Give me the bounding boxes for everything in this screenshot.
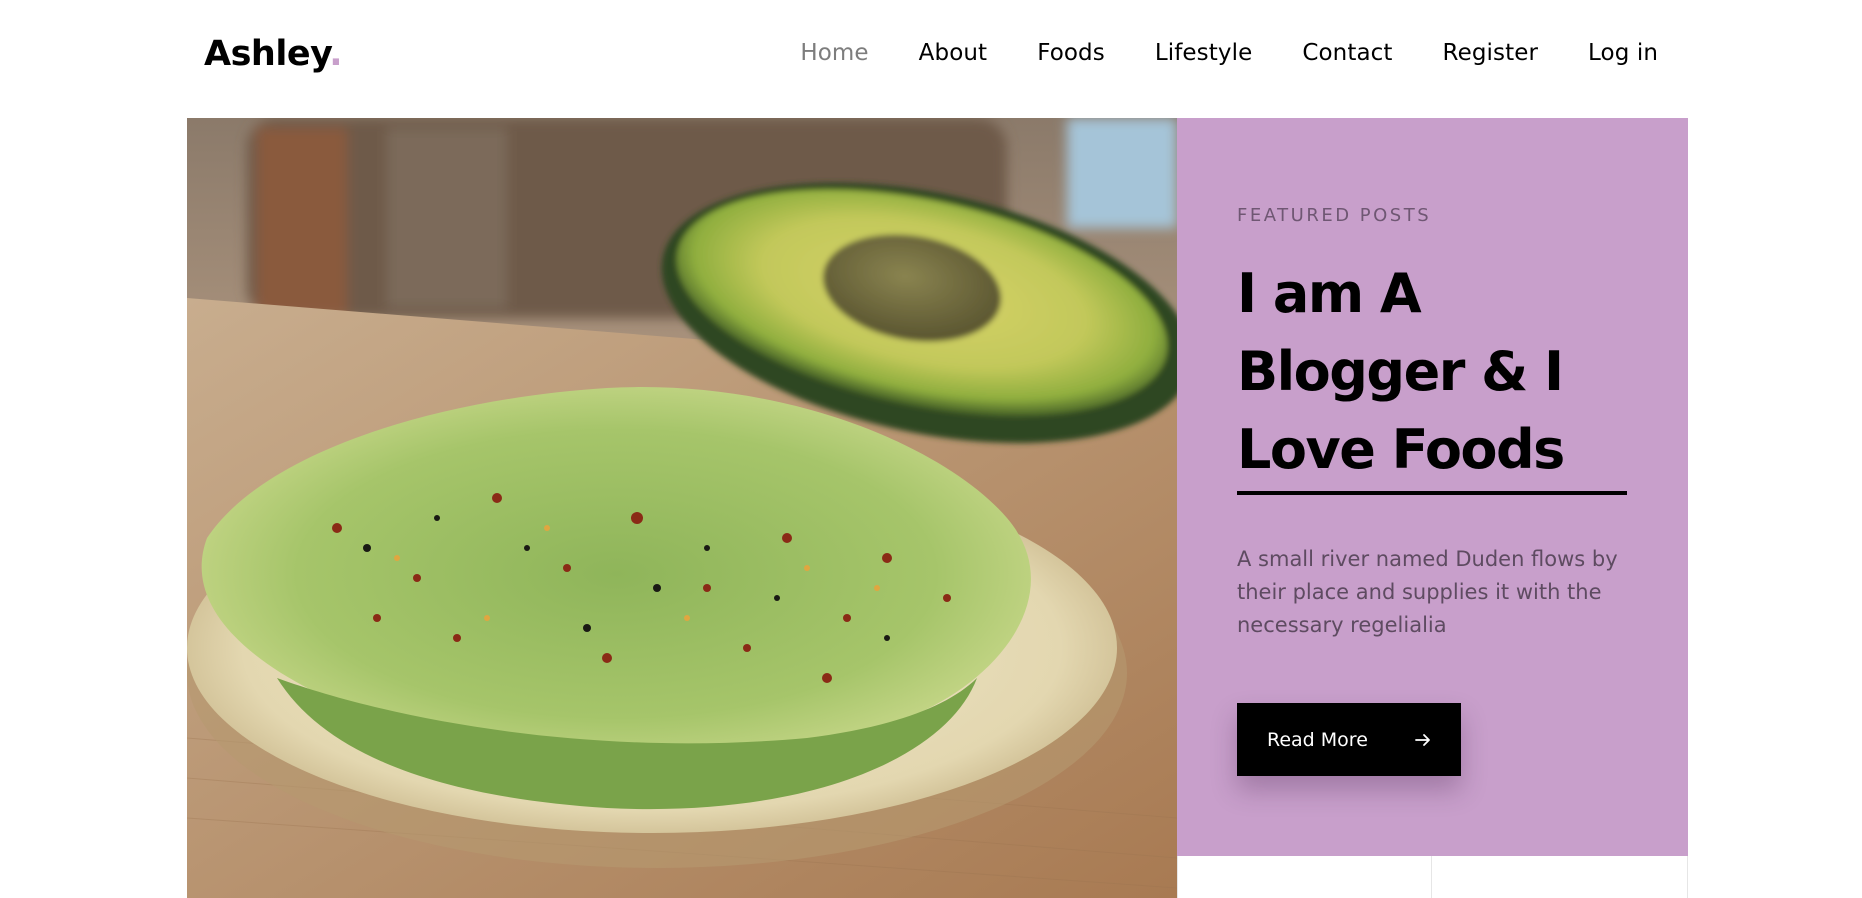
hero-photo xyxy=(187,118,1177,898)
nav-item-about[interactable]: About xyxy=(919,40,988,66)
featured-title: I am A Blogger & I Love Foods xyxy=(1237,255,1657,489)
read-more-button[interactable]: Read More xyxy=(1237,703,1461,776)
avocado-toast-photo xyxy=(187,118,1177,898)
nav-item-register[interactable]: Register xyxy=(1443,40,1539,66)
title-line-3: Love Foods xyxy=(1237,418,1565,481)
featured-description: A small river named Duden flows by their… xyxy=(1237,547,1618,637)
card-divider xyxy=(1431,856,1432,898)
main-nav: Home About Foods Lifestyle Contact Regis… xyxy=(800,40,1658,66)
brand-name: Ashley xyxy=(204,34,330,74)
nav-item-contact[interactable]: Contact xyxy=(1302,40,1392,66)
site-header: Ashley. Home About Foods Lifestyle Conta… xyxy=(0,0,1862,118)
nav-item-login[interactable]: Log in xyxy=(1588,40,1658,66)
title-line-1: I am A xyxy=(1237,262,1422,325)
brand-dot: . xyxy=(329,34,342,74)
bottom-cards-strip xyxy=(1177,856,1688,898)
title-line-2: Blogger & I xyxy=(1237,340,1564,403)
nav-item-home[interactable]: Home xyxy=(800,40,868,66)
nav-item-lifestyle[interactable]: Lifestyle xyxy=(1155,40,1253,66)
brand-logo[interactable]: Ashley. xyxy=(204,34,342,74)
arrow-right-icon xyxy=(1415,733,1430,746)
title-underline xyxy=(1237,491,1627,495)
nav-item-foods[interactable]: Foods xyxy=(1037,40,1105,66)
featured-kicker: FEATURED POSTS xyxy=(1237,205,1432,226)
featured-panel: FEATURED POSTS I am A Blogger & I Love F… xyxy=(1177,118,1688,856)
read-more-label: Read More xyxy=(1267,728,1368,751)
